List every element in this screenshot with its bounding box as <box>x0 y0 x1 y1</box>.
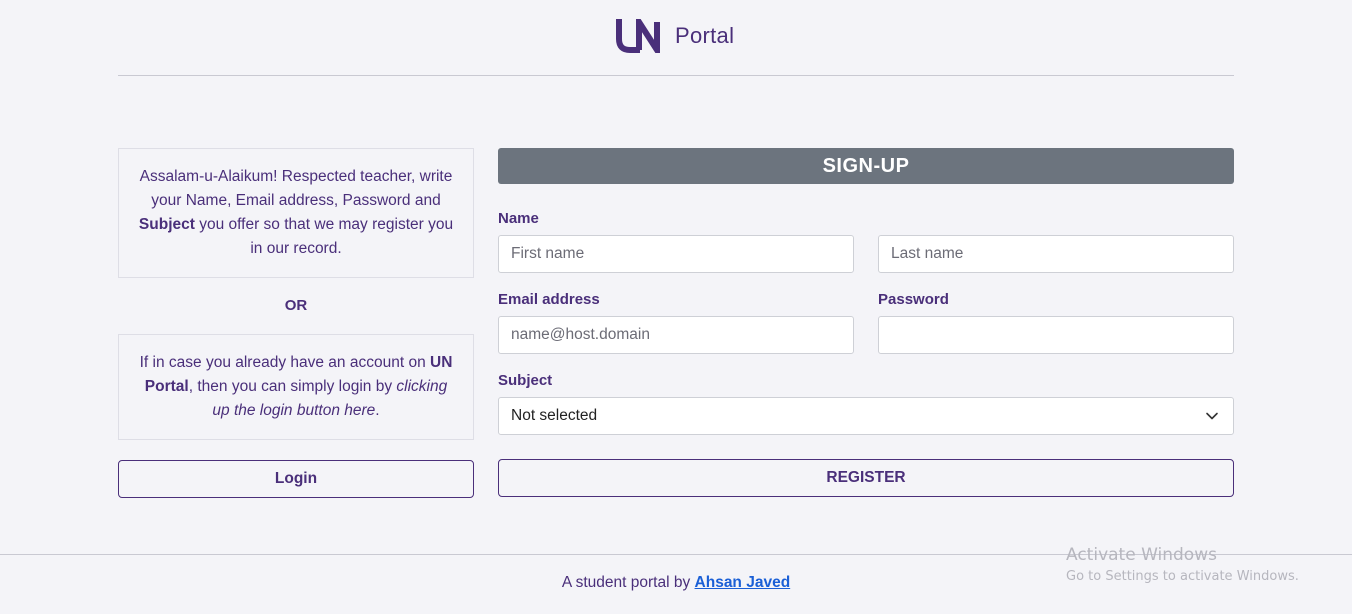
login-hint-text-2: , then you can simply login by <box>188 378 397 395</box>
intro-text-2: you offer so that we may register you in… <box>194 216 454 257</box>
email-label: Email address <box>498 291 600 308</box>
register-button[interactable]: REGISTER <box>498 459 1234 497</box>
subject-label: Subject <box>498 372 553 389</box>
chevron-down-icon <box>1206 412 1218 420</box>
watermark-subtitle: Go to Settings to activate Windows. <box>1066 569 1299 584</box>
intro-text-subject: Subject <box>138 216 195 233</box>
login-hint: If in case you already have an account o… <box>135 351 457 423</box>
or-separator: OR <box>284 297 308 314</box>
password-label: Password <box>878 291 949 308</box>
author-link[interactable]: Ahsan Javed <box>695 574 791 591</box>
footer-text: A student portal by <box>561 574 695 591</box>
subject-select[interactable]: Not selected <box>498 397 1234 435</box>
header: Portal <box>0 0 1352 76</box>
login-button[interactable]: Login <box>118 460 474 498</box>
login-hint-text-1: If in case you already have an account o… <box>139 354 430 371</box>
password-input[interactable] <box>878 316 1234 354</box>
app-logo[interactable]: Portal <box>615 18 734 54</box>
email-input[interactable] <box>498 316 854 354</box>
login-hint-text-3: . <box>375 402 380 419</box>
intro-message-box: Assalam-u-Alaikum! Respected teacher, wr… <box>118 148 474 278</box>
subject-selected-value: Not selected <box>511 407 598 424</box>
last-name-input[interactable] <box>878 235 1234 273</box>
name-label: Name <box>498 210 539 227</box>
signup-title: SIGN-UP <box>498 148 1234 184</box>
first-name-input[interactable] <box>498 235 854 273</box>
intro-message: Assalam-u-Alaikum! Respected teacher, wr… <box>135 165 457 261</box>
logo-text: Portal <box>675 23 735 48</box>
un-logo-mark-icon <box>616 19 660 53</box>
login-hint-box: If in case you already have an account o… <box>118 334 474 440</box>
watermark-title: Activate Windows <box>1066 545 1217 565</box>
intro-text-1: Assalam-u-Alaikum! Respected teacher, wr… <box>139 168 453 209</box>
activate-windows-watermark: Activate Windows Go to Settings to activ… <box>1066 545 1299 584</box>
header-divider <box>118 75 1234 76</box>
